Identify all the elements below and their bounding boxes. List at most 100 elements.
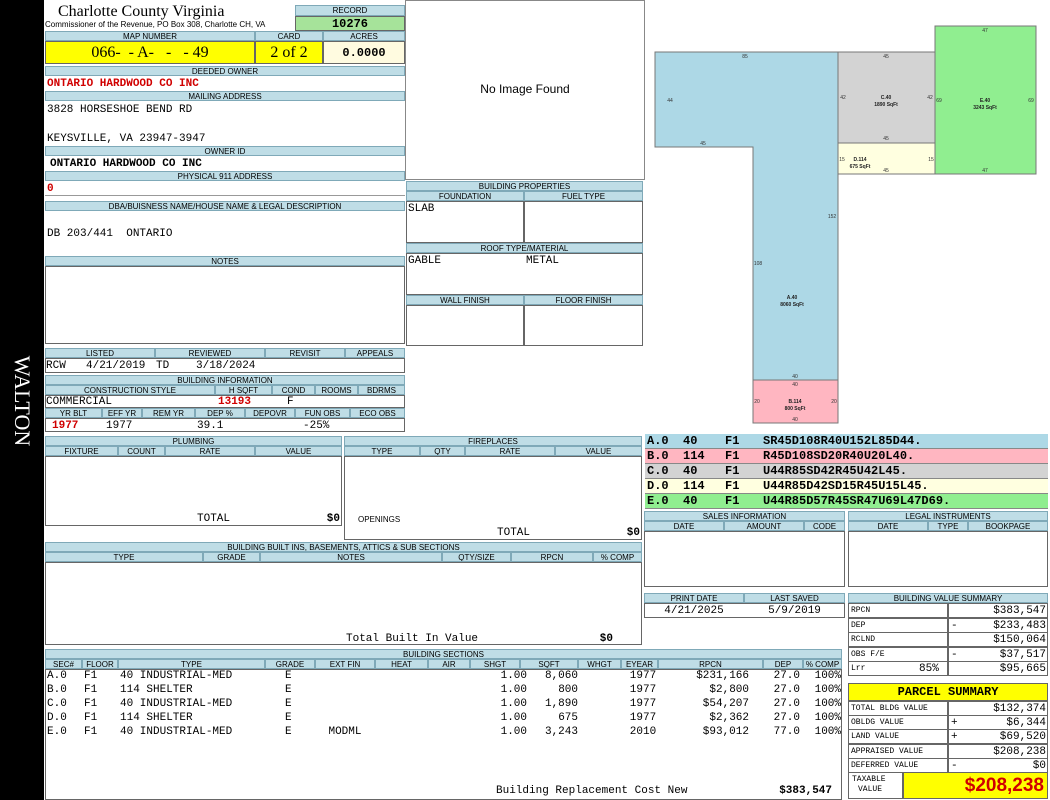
yrblt-value: 1977 bbox=[52, 420, 79, 432]
record-number: 10276 bbox=[295, 16, 405, 31]
bvs-sign: - bbox=[951, 619, 958, 632]
summary-value: $6,344 bbox=[1006, 717, 1046, 730]
vector-code: 40 bbox=[683, 494, 698, 508]
vector-floor: F1 bbox=[725, 464, 740, 478]
dim-a-left: 44 bbox=[667, 98, 673, 104]
dep-value: 39.1 bbox=[197, 420, 224, 432]
mailing-address-line2: KEYSVILLE, VA 23947-3947 bbox=[47, 133, 206, 145]
section-cell: E bbox=[285, 726, 292, 738]
section-cell: 100% bbox=[814, 712, 841, 724]
section-cell: 2010 bbox=[629, 726, 657, 738]
section-cell: E bbox=[285, 684, 292, 696]
cond-value: F bbox=[287, 396, 294, 408]
vector-floor: F1 bbox=[725, 479, 740, 493]
section-cell: F1 bbox=[84, 712, 98, 724]
summary-label: DEFERRED VALUE bbox=[851, 760, 919, 770]
section-cell: 1977 bbox=[629, 684, 657, 696]
fireplaces-total-label: TOTAL bbox=[497, 527, 531, 539]
taxable-label-2: VALUE bbox=[858, 785, 883, 794]
section-cell: 114 SHELTER bbox=[120, 684, 193, 696]
yrblt-label: YR BLT bbox=[45, 408, 102, 418]
vector-sec: C.0 bbox=[647, 464, 669, 478]
dim-c-bottom: 45 bbox=[883, 136, 889, 142]
label-e-area: 3243 SqFt bbox=[973, 105, 997, 111]
label-d-name: D.114 bbox=[853, 157, 866, 163]
physical-address-label: PHYSICAL 911 ADDRESS bbox=[45, 171, 405, 181]
bvs-pct: 85% bbox=[919, 663, 939, 675]
plumbing-col-0: FIXTURE bbox=[45, 446, 118, 456]
mailing-address-line1: 3828 HORSESHOE BEND RD bbox=[47, 104, 193, 116]
dim-a-top: 85 bbox=[742, 54, 748, 60]
vector-code: 114 bbox=[683, 449, 705, 463]
legal-title: LEGAL INSTRUMENTS bbox=[848, 511, 1048, 521]
label-e-name: E.40 bbox=[980, 98, 991, 104]
vector-vec: SR45D108R40U152L85D44. bbox=[763, 434, 922, 448]
section-cell: 77.0 bbox=[773, 726, 800, 738]
section-col-1: FLOOR bbox=[82, 659, 118, 669]
openings-label: OPENINGS bbox=[358, 515, 401, 524]
vector-vec: U44R85D57R45SR47U69L47D69. bbox=[763, 494, 951, 508]
bvs-value: $383,547 bbox=[993, 605, 1046, 617]
section-cell: $2,362 bbox=[709, 712, 749, 724]
section-cell: E.0 bbox=[47, 726, 67, 738]
builtins-col-0: TYPE bbox=[45, 552, 203, 562]
vector-sec: A.0 bbox=[647, 434, 669, 448]
dep-label: DEP % bbox=[195, 408, 245, 418]
section-cell: 1.00 bbox=[500, 670, 527, 682]
section-cell: 800 bbox=[558, 684, 578, 696]
section-cell: $93,012 bbox=[702, 726, 749, 738]
section-cell: 40 INDUSTRIAL-MED bbox=[120, 726, 233, 738]
builtins-col-4: RPCN bbox=[511, 552, 593, 562]
building-properties-title: BUILDING PROPERTIES bbox=[406, 181, 643, 191]
summary-label: LAND VALUE bbox=[851, 732, 900, 742]
taxable-label-1: TAXABLE bbox=[852, 775, 886, 784]
sales-title: SALES INFORMATION bbox=[644, 511, 845, 521]
dim-b-right: 20 bbox=[831, 399, 837, 405]
section-col-2: TYPE bbox=[118, 659, 265, 669]
vector-vec: U44R85D42SD15R45U15L45. bbox=[763, 479, 929, 493]
vector-row: E.0 40 F1 U44R85D57R45SR47U69L47D69. bbox=[645, 494, 1048, 509]
bvs-value: $95,665 bbox=[999, 663, 1046, 675]
section-cell: 100% bbox=[814, 698, 841, 710]
remyr-label: REM YR bbox=[142, 408, 195, 418]
physical-address: 0 bbox=[47, 183, 54, 195]
dim-e-top: 47 bbox=[982, 28, 988, 34]
dim-b-bottom: 40 bbox=[792, 417, 798, 423]
section-cell: F1 bbox=[84, 684, 98, 696]
plumbing-col-1: COUNT bbox=[118, 446, 165, 456]
vector-sec: B.0 bbox=[647, 449, 669, 463]
depovr-label: DEPOVR bbox=[245, 408, 295, 418]
vector-row: A.0 40 F1 SR45D108R40U152L85D44. bbox=[645, 434, 1048, 449]
dim-e-bottom: 47 bbox=[982, 168, 988, 174]
section-col-13: % COMP bbox=[803, 659, 842, 669]
section-col-5: HEAT bbox=[375, 659, 428, 669]
bvs-label: RCLND bbox=[851, 635, 876, 644]
dim-e-right: 69 bbox=[1028, 98, 1034, 104]
vector-floor: F1 bbox=[725, 434, 740, 448]
section-cell: 40 INDUSTRIAL-MED bbox=[120, 670, 233, 682]
construction-style: COMMERCIAL bbox=[46, 396, 113, 408]
owner-id: ONTARIO HARDWOOD CO INC bbox=[50, 158, 202, 170]
floor-finish-label: FLOOR FINISH bbox=[524, 295, 643, 305]
bvs-value: $150,064 bbox=[993, 634, 1046, 646]
summary-label: TOTAL BLDG VALUE bbox=[851, 704, 928, 713]
dim-b-left: 20 bbox=[754, 399, 760, 405]
vector-code: 40 bbox=[683, 464, 698, 478]
section-cell: 1.00 bbox=[500, 698, 527, 710]
brcn-value: $383,547 bbox=[779, 785, 832, 797]
section-cell: 100% bbox=[814, 670, 841, 682]
section-cell: 27.0 bbox=[773, 712, 800, 724]
section-cell: 1977 bbox=[629, 712, 657, 724]
section-cell: 1977 bbox=[629, 670, 657, 682]
ecoobs-label: ECO OBS bbox=[350, 408, 405, 418]
funobs-value: -25% bbox=[303, 420, 330, 432]
plumbing-total: $0 bbox=[326, 513, 340, 525]
section-cell: 3,243 bbox=[544, 726, 578, 738]
bdrms-label: BDRMS bbox=[358, 385, 405, 395]
vector-vec: U44R85SD42R45U42L45. bbox=[763, 464, 908, 478]
section-cell: 40 INDUSTRIAL-MED bbox=[120, 698, 233, 710]
section-col-10: EYEAR bbox=[621, 659, 658, 669]
legal-col-1: TYPE bbox=[928, 521, 968, 531]
fireplace-col-2: RATE bbox=[465, 446, 555, 456]
cond-label: COND bbox=[272, 385, 315, 395]
